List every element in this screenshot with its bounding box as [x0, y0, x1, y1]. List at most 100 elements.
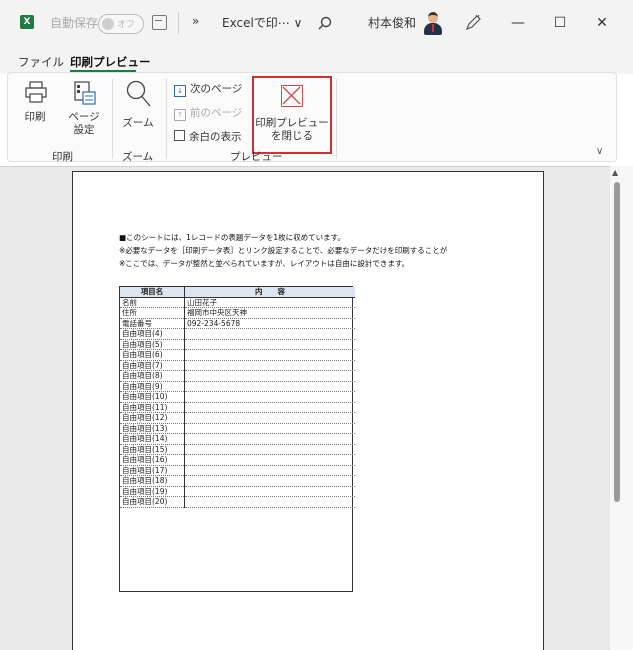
group-label-zoom: ズーム: [122, 151, 154, 163]
ribbon: 印刷 ページ 設定 印刷 ズーム ズーム ↓ 次のページ ↑ 前のページ 余白の表示: [7, 72, 617, 163]
row-label: 自由項目(19): [120, 486, 185, 497]
table-row: 自由項目(9): [120, 381, 355, 392]
row-value: [184, 402, 355, 413]
row-value: [184, 465, 355, 476]
row-value: 山田花子: [184, 297, 355, 308]
table-row: 名前 山田花子: [120, 297, 355, 308]
page-setup-label-1: ページ: [68, 111, 100, 123]
group-label-preview: プレビュー: [230, 151, 283, 163]
checkbox-box: [174, 130, 185, 141]
search-icon[interactable]: [318, 16, 332, 30]
autosave-toggle[interactable]: オフ: [98, 14, 144, 34]
more-commands-button[interactable]: »: [192, 14, 199, 28]
close-window-button[interactable]: ✕: [588, 10, 616, 36]
row-value: [184, 475, 355, 487]
note-line-3: ※ここでは、データが整然と並べられていますが、レイアウトは自由に設計できます。: [119, 259, 410, 268]
user-name[interactable]: 村本俊和: [368, 14, 416, 31]
group-separator: [336, 79, 337, 159]
row-label: 自由項目(14): [120, 433, 185, 445]
menu-bar: ファイル 印刷プレビュー: [0, 48, 633, 74]
ribbon-collapse-chevron-icon[interactable]: ∨: [596, 146, 603, 157]
page-setup-button[interactable]: ページ 設定: [62, 79, 106, 141]
close-preview-label-1: 印刷プレビュー: [255, 117, 329, 129]
row-label: 自由項目(15): [120, 444, 185, 455]
show-margins-label: 余白の表示: [189, 131, 242, 143]
row-value: [184, 339, 355, 350]
table-row: 自由項目(17): [120, 465, 355, 476]
tab-print-preview[interactable]: 印刷プレビュー: [70, 54, 151, 70]
row-value: [184, 496, 355, 508]
table-row: 自由項目(16): [120, 454, 355, 466]
row-value: [184, 328, 355, 340]
table-row: 自由項目(11): [120, 402, 355, 413]
row-label: 名前: [120, 297, 185, 308]
table-row: 自由項目(7): [120, 360, 355, 371]
zoom-button[interactable]: ズーム: [116, 79, 160, 139]
row-label: 自由項目(20): [120, 496, 185, 508]
row-label: 住所: [120, 307, 185, 319]
scrollbar-thumb[interactable]: [614, 182, 620, 502]
row-label: 自由項目(13): [120, 423, 185, 434]
row-label: 自由項目(12): [120, 412, 185, 424]
table-row: 自由項目(5): [120, 339, 355, 350]
prev-page-label: 前のページ: [190, 107, 243, 119]
vertical-scrollbar[interactable]: ▲: [610, 166, 633, 649]
preview-page: ■このシートには、1レコードの表題データを1枚に収めています。 ※必要なデータを…: [72, 171, 544, 650]
row-label: 自由項目(5): [120, 339, 185, 350]
row-value: [184, 423, 355, 434]
prev-page-button[interactable]: ↑ 前のページ: [174, 105, 242, 121]
title-separator: [178, 12, 179, 34]
note-line-1: ■このシートには、1レコードの表題データを1枚に収めています。: [119, 233, 345, 242]
table-row: 自由項目(12): [120, 412, 355, 424]
row-label: 自由項目(17): [120, 465, 185, 476]
row-label: 自由項目(4): [120, 328, 185, 340]
table-row: 自由項目(6): [120, 349, 355, 361]
row-label: 自由項目(8): [120, 370, 185, 382]
table-row: 自由項目(10): [120, 391, 355, 403]
table-row: 自由項目(8): [120, 370, 355, 382]
table-row: 住所 福岡市中央区天神: [120, 307, 355, 319]
row-label: 自由項目(10): [120, 391, 185, 403]
pen-icon[interactable]: [464, 14, 482, 32]
title-bar: X 自動保存 オフ » Excelで印⋯ ∨ 村本俊和 — ☐ ✕: [0, 0, 633, 48]
row-label: 電話番号: [120, 318, 185, 329]
row-value: [184, 444, 355, 455]
print-label: 印刷: [24, 111, 46, 123]
magnifier-icon: [126, 80, 151, 107]
user-avatar[interactable]: [422, 11, 444, 35]
minimize-button[interactable]: —: [504, 10, 532, 36]
table-row: 自由項目(15): [120, 444, 355, 455]
group-label-print: 印刷: [52, 151, 73, 163]
save-icon[interactable]: [152, 15, 167, 30]
row-value: [184, 433, 355, 445]
table-row: 自由項目(13): [120, 423, 355, 434]
group-separator: [112, 79, 113, 159]
autosave-state: オフ: [117, 20, 136, 30]
table-row: 自由項目(20): [120, 496, 355, 508]
print-preview-area: ■このシートには、1レコードの表題データを1枚に収めています。 ※必要なデータを…: [0, 166, 610, 650]
table-header-content: 内 容: [184, 287, 355, 298]
scroll-up-arrow-icon[interactable]: ▲: [612, 168, 618, 177]
row-label: 自由項目(16): [120, 454, 185, 466]
next-page-label: 次のページ: [190, 83, 243, 95]
row-value: [184, 391, 355, 403]
row-label: 自由項目(6): [120, 349, 185, 361]
row-value: 福岡市中央区天神: [184, 307, 355, 319]
close-print-preview-button[interactable]: 印刷プレビュー を閉じる: [252, 76, 332, 154]
close-preview-icon: [281, 85, 303, 107]
row-value: [184, 381, 355, 392]
print-button[interactable]: 印刷: [16, 79, 54, 139]
page-setup-label-2: 設定: [73, 124, 95, 136]
toggle-knob: [102, 18, 114, 30]
maximize-button[interactable]: ☐: [546, 10, 574, 36]
excel-app-icon: X: [20, 15, 34, 29]
tab-file[interactable]: ファイル: [18, 54, 64, 70]
printer-icon: [25, 81, 47, 103]
show-margins-checkbox[interactable]: 余白の表示: [174, 129, 242, 144]
note-line-2: ※必要なデータを［印刷データ表］とリンク設定することで、必要なデータだけを印刷す…: [119, 246, 448, 255]
autosave-label: 自動保存: [50, 16, 99, 30]
record-table: 項目名 内 容 名前 山田花子 住所 福岡市中央区天神 電話番号 092-234-5678…: [120, 287, 355, 508]
row-value: [184, 412, 355, 424]
next-page-button[interactable]: ↓ 次のページ: [174, 81, 242, 97]
document-title[interactable]: Excelで印⋯ ∨: [222, 14, 302, 31]
